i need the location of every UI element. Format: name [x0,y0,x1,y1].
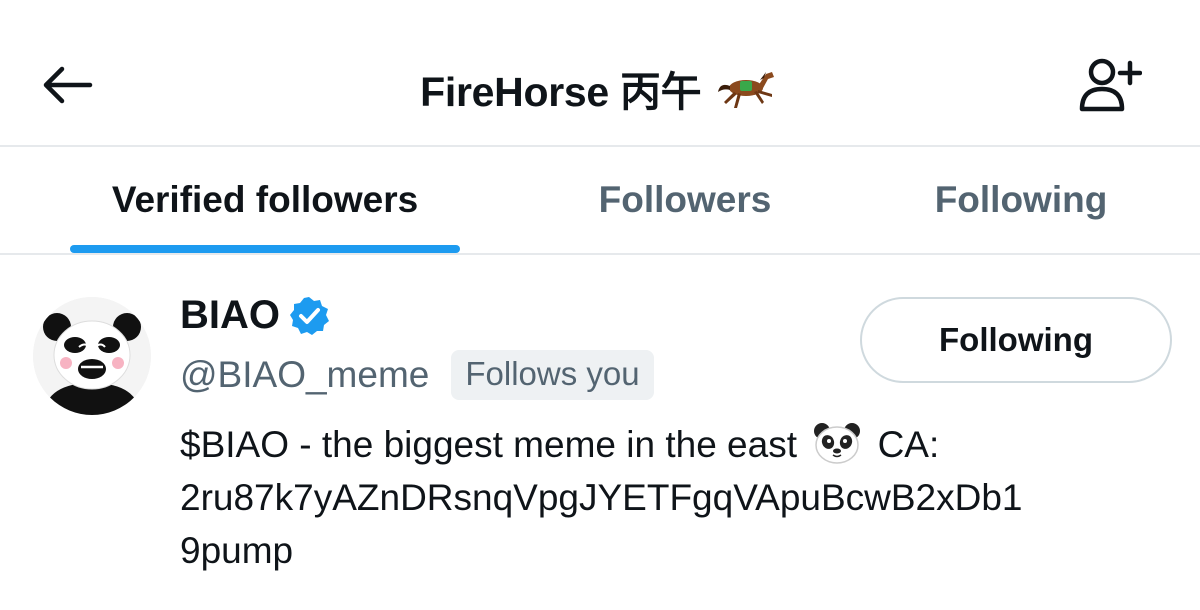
user-handle-line: @BIAO_meme Follows you [180,350,654,400]
tab-label: Followers [598,179,772,220]
tab-label: Following [934,179,1108,220]
bio-text: CA: [877,424,940,465]
panda-meme-avatar [33,297,151,415]
active-tab-indicator [70,245,460,253]
user-handle[interactable]: @BIAO_meme [180,354,429,396]
add-user-button[interactable] [1075,54,1145,114]
user-bio: $BIAO - the biggest meme in the east CA:… [180,418,1180,577]
verified-badge-icon [290,296,329,335]
add-user-icon [1079,58,1142,112]
user-display-name[interactable]: BIAO [180,293,280,338]
follows-you-badge: Follows you [451,350,654,400]
running-horse-icon [717,72,774,108]
top-app-bar: FireHorse 丙午 [0,0,1200,146]
tab-label: Verified followers [111,179,419,220]
bio-line-1: $BIAO - the biggest meme in the east CA: [180,418,1180,471]
bio-line-2: 2ru87k7yAZnDRsnqVpgJYETFgqVApuBcwB2xDb1 [180,477,1023,518]
panda-face-icon [814,423,861,464]
user-name-line: BIAO [180,293,330,338]
avatar[interactable] [33,297,151,415]
follow-tabs: Verified followers Followers Following [0,147,1200,253]
tab-verified-followers[interactable]: Verified followers [70,147,460,253]
bio-text: $BIAO - the biggest meme in the east [180,424,797,465]
tab-following[interactable]: Following [895,147,1147,253]
page-title-container: FireHorse 丙午 [0,58,1200,118]
tab-followers[interactable]: Followers [560,147,810,253]
tabs-divider [0,253,1200,255]
page-title: FireHorse 丙午 [420,69,702,115]
bio-line-3: 9pump [180,530,294,571]
following-button[interactable]: Following [860,297,1172,383]
